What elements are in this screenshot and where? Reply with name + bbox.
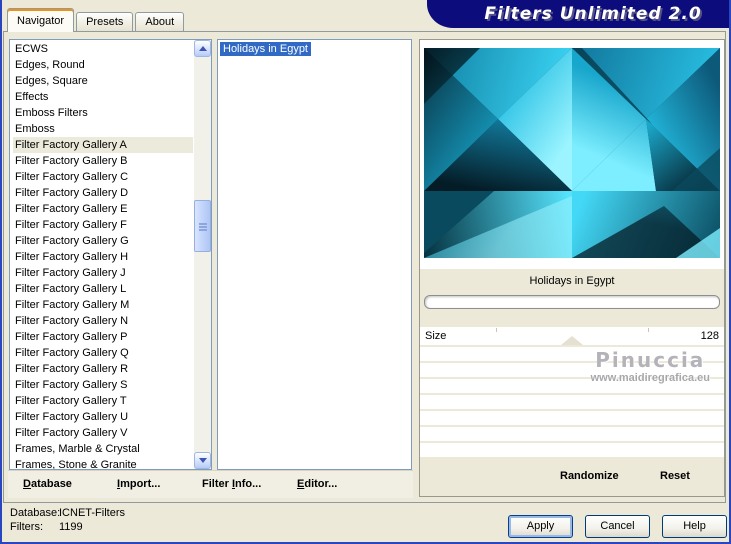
filter-list-item[interactable]: Holidays in Egypt (220, 42, 311, 56)
scroll-up-icon[interactable] (194, 40, 211, 57)
category-list-item[interactable]: Filter Factory Gallery F (13, 217, 193, 233)
parameter-row (420, 427, 724, 441)
category-list-item[interactable]: Filter Factory Gallery M (13, 297, 193, 313)
filter-info-button[interactable]: Filter Info... (202, 471, 261, 498)
category-list-item[interactable]: Filter Factory Gallery L (13, 281, 193, 297)
category-list-item[interactable]: Filter Factory Gallery V (13, 425, 193, 441)
category-list-item[interactable]: Frames, Stone & Granite (13, 457, 193, 469)
category-list-item[interactable]: Filter Factory Gallery J (13, 265, 193, 281)
category-list-item[interactable]: Emboss Filters (13, 105, 193, 121)
slider-tick (496, 328, 497, 332)
tab-bar: Navigator Presets About (7, 0, 186, 32)
reset-button[interactable]: Reset (660, 470, 690, 482)
label-text: nfo... (235, 478, 262, 490)
help-button[interactable]: Help (662, 515, 727, 538)
filter-list[interactable]: Holidays in Egypt (217, 39, 412, 470)
category-scrollbar[interactable] (194, 40, 211, 469)
status-bar: Database:ICNET-Filters Filters: 1199 (10, 506, 125, 534)
label-text: Filter (202, 478, 232, 490)
label-text: atabase (30, 478, 72, 490)
preview-image (424, 48, 720, 258)
accel-letter: D (23, 478, 31, 490)
category-list-item[interactable]: Edges, Round (13, 57, 193, 73)
category-list-item[interactable]: Filter Factory Gallery T (13, 393, 193, 409)
category-list-item[interactable]: Filter Factory Gallery D (13, 185, 193, 201)
preview-panel: Holidays in Egypt Size 128 Pinuccia www.… (419, 39, 725, 497)
category-list-item[interactable]: Filter Factory Gallery E (13, 201, 193, 217)
apply-button[interactable]: Apply (508, 515, 573, 538)
preview-background (420, 40, 724, 269)
size-label: Size (425, 330, 447, 342)
status-filters-row: Filters: 1199 (10, 520, 125, 534)
size-value: 128 (700, 330, 719, 342)
scroll-down-icon[interactable] (194, 452, 211, 469)
database-toolbar: Database Import... Filter Info... Editor… (8, 470, 413, 498)
scrollbar-thumb[interactable] (194, 200, 211, 252)
category-list-item[interactable]: Filter Factory Gallery A (13, 137, 193, 153)
cancel-button[interactable]: Cancel (585, 515, 650, 538)
parameter-row (420, 395, 724, 409)
tab-about[interactable]: About (135, 12, 185, 31)
preview-caption: Holidays in Egypt (529, 275, 615, 287)
category-list-item[interactable]: Filter Factory Gallery H (13, 249, 193, 265)
category-list-item[interactable]: Filter Factory Gallery R (13, 361, 193, 377)
size-slider[interactable]: Size 128 (420, 327, 724, 345)
label-text: mport... (120, 478, 161, 490)
category-list-item[interactable]: Frames, Marble & Crystal (13, 441, 193, 457)
parameter-rows (420, 347, 724, 459)
status-database-value: ICNET-Filters (59, 507, 125, 519)
category-list-item[interactable]: Filter Factory Gallery Q (13, 345, 193, 361)
slider-thumb[interactable] (561, 336, 583, 345)
import-button[interactable]: Import... (117, 471, 160, 498)
progress-bar (424, 295, 720, 309)
category-list[interactable]: ECWS Edges, Round Edges, Square Effects Embo… (9, 39, 212, 470)
category-list-item[interactable]: Filter Factory Gallery B (13, 153, 193, 169)
category-list-item[interactable]: Emboss (13, 121, 193, 137)
status-database-row: Database:ICNET-Filters (10, 506, 125, 520)
status-database-label: Database: (10, 507, 61, 519)
category-list-item[interactable]: Filter Factory Gallery U (13, 409, 193, 425)
database-button[interactable]: Database (23, 471, 72, 498)
category-list-item[interactable]: Filter Factory Gallery P (13, 329, 193, 345)
status-filters-value: 1199 (59, 521, 83, 533)
parameter-row (420, 411, 724, 425)
category-list-item[interactable]: Effects (13, 89, 193, 105)
category-list-item[interactable]: Filter Factory Gallery N (13, 313, 193, 329)
parameter-row (420, 379, 724, 393)
filters-unlimited-dialog: Filters Unlimited 2.0 Navigator Presets … (0, 0, 731, 544)
status-filters-label: Filters: (10, 521, 43, 533)
category-list-item[interactable]: ECWS (13, 41, 193, 57)
parameter-row (420, 363, 724, 377)
slider-tick (648, 328, 649, 332)
parameter-row (420, 347, 724, 361)
app-title: Filters Unlimited 2.0 (484, 4, 702, 24)
label-text: ditor... (304, 478, 338, 490)
category-list-item[interactable]: Edges, Square (13, 73, 193, 89)
randomize-button[interactable]: Randomize (560, 470, 619, 482)
category-list-item[interactable]: Filter Factory Gallery G (13, 233, 193, 249)
tab-presets[interactable]: Presets (76, 12, 134, 31)
navigator-panel: ECWS Edges, Round Edges, Square Effects Embo… (3, 31, 726, 503)
editor-button[interactable]: Editor... (297, 471, 337, 498)
title-banner: Filters Unlimited 2.0 (427, 0, 729, 28)
parameter-row (420, 443, 724, 457)
category-list-item[interactable]: Filter Factory Gallery S (13, 377, 193, 393)
category-list-item[interactable]: Filter Factory Gallery C (13, 169, 193, 185)
tab-navigator[interactable]: Navigator (7, 8, 75, 32)
